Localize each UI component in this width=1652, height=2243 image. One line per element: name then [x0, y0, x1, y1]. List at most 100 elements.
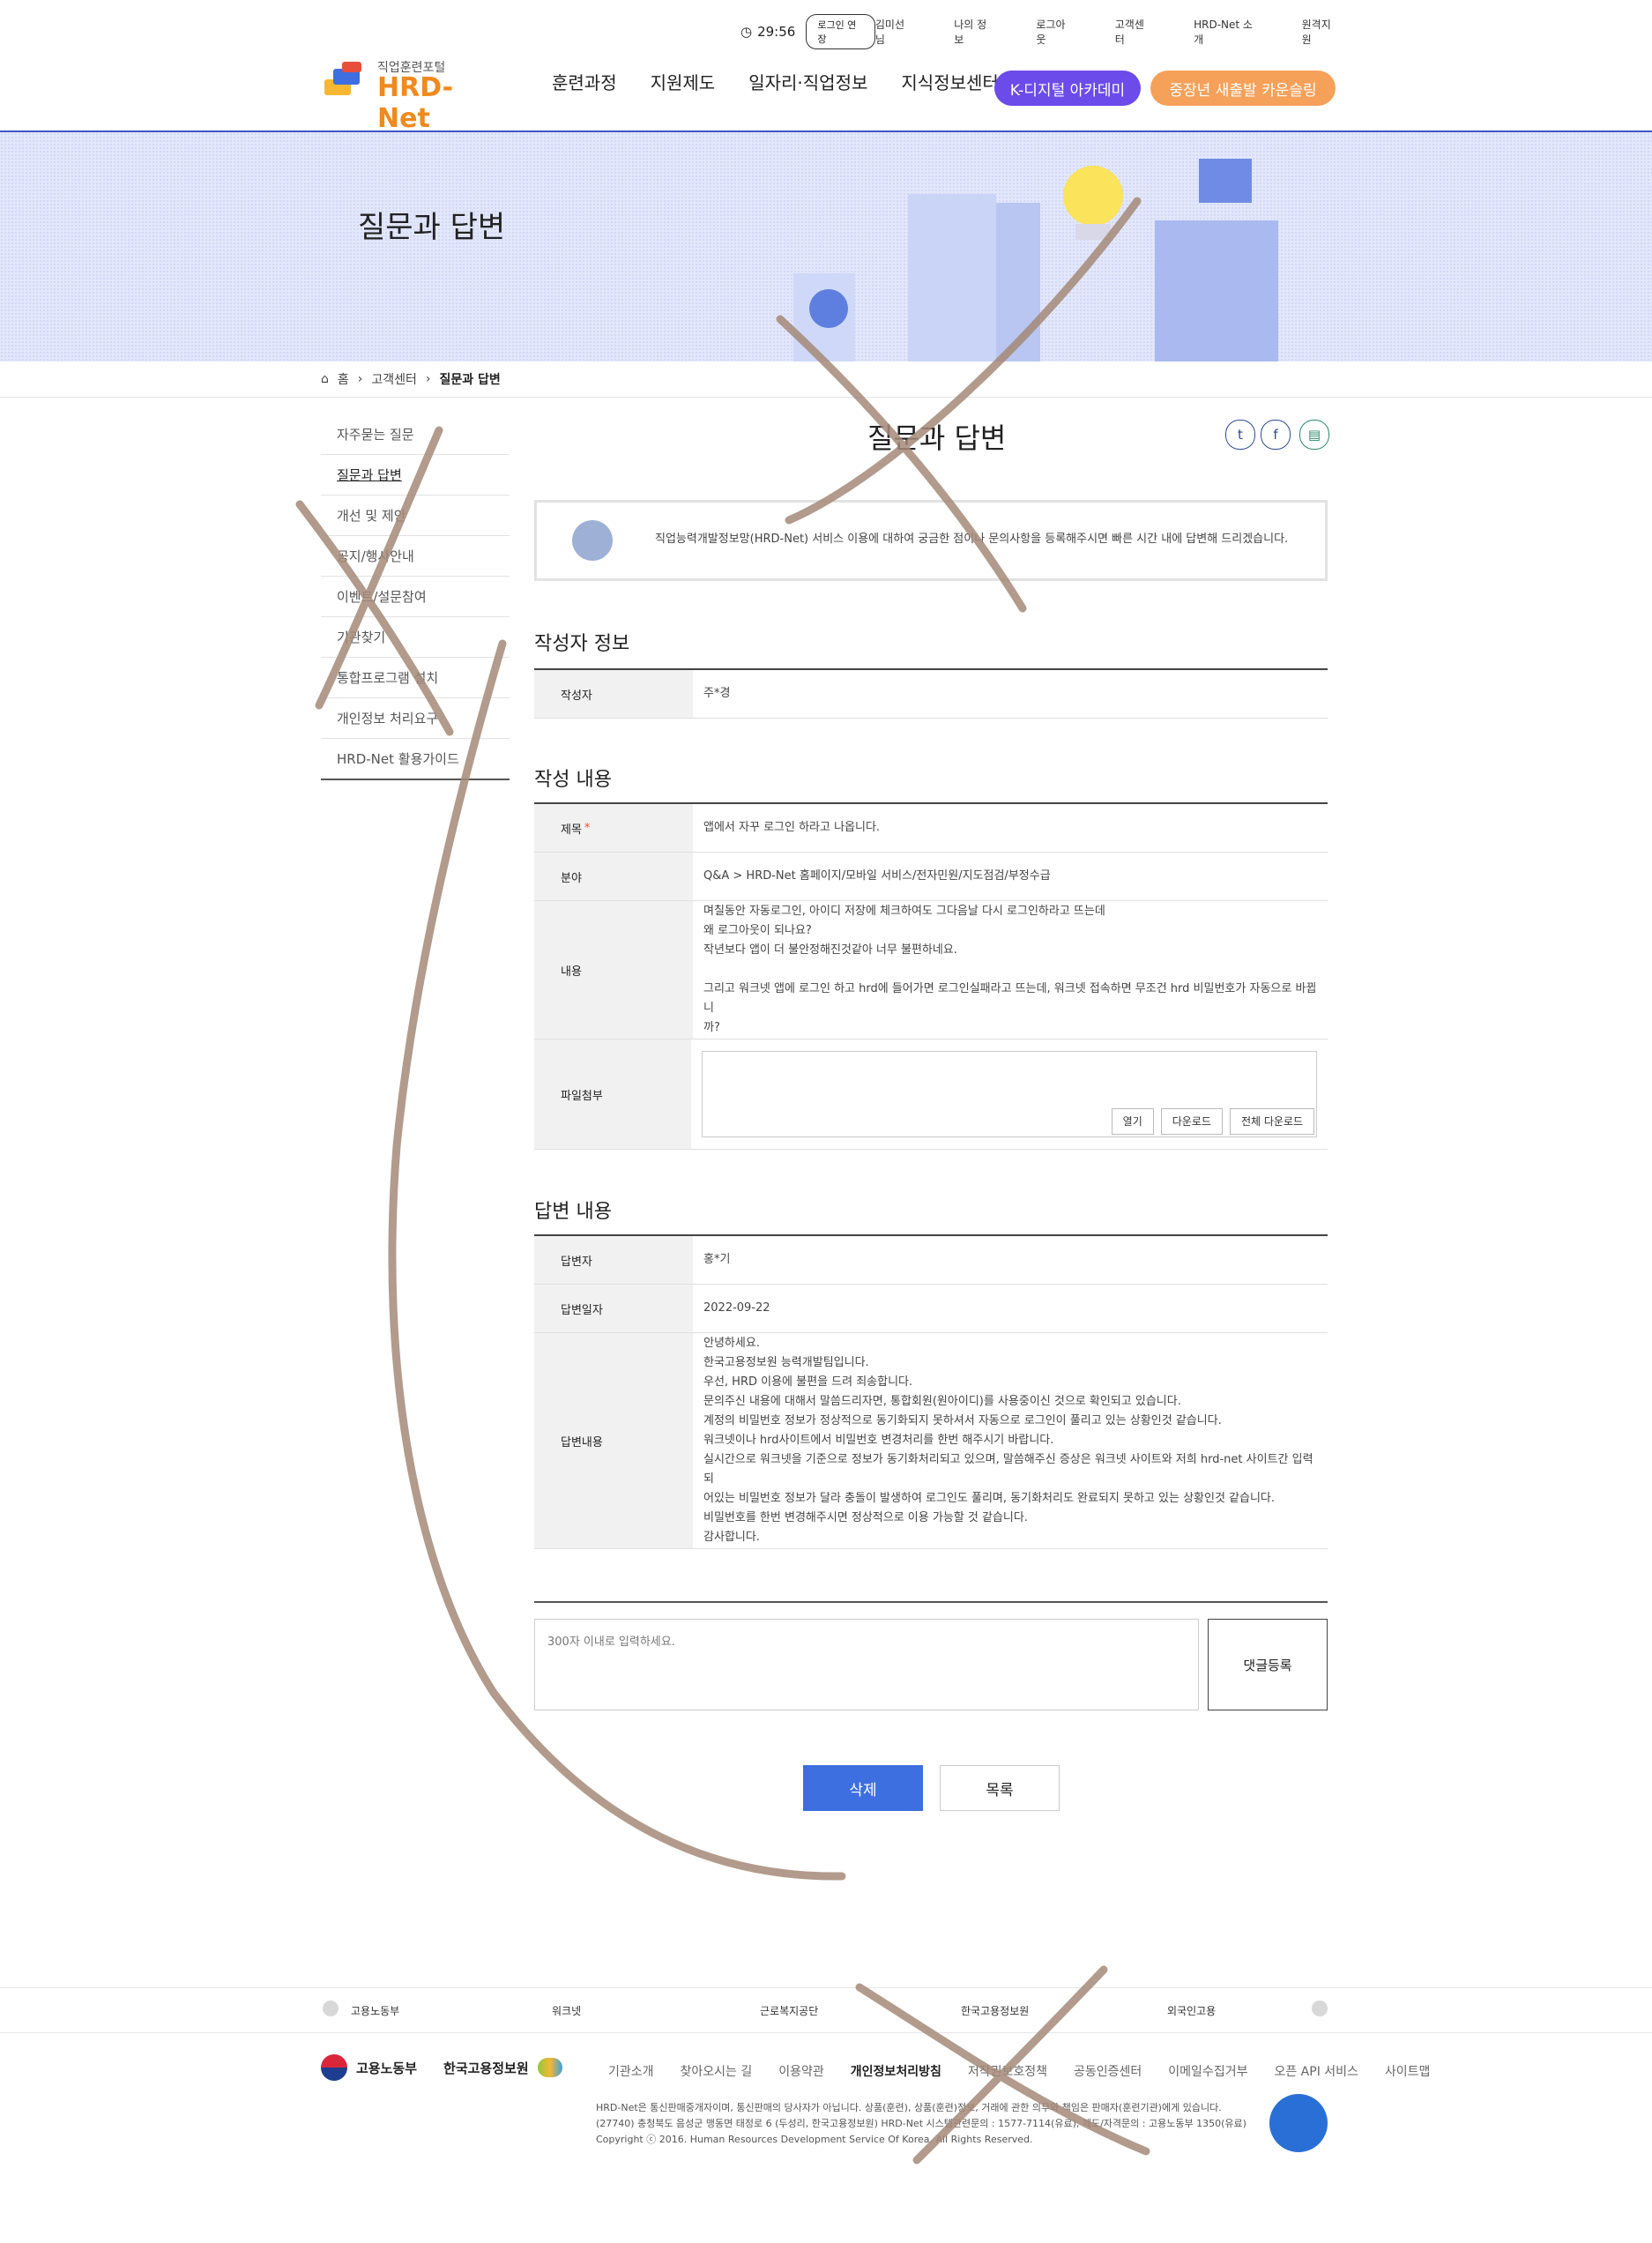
answer-body-line: 비밀번호를 한번 변경해주시면 정상적으로 이용 가능할 것 같습니다. [703, 1511, 1028, 1524]
user-name-link[interactable]: 김미선님 [875, 17, 913, 47]
nav-support-system[interactable]: 지원제도 [651, 69, 716, 94]
family-site-moel[interactable]: 고용노동부 [351, 2003, 399, 2018]
login-extend-button[interactable]: 로그인 연장 [806, 14, 875, 49]
my-info-link[interactable]: 나의 정보 [954, 17, 995, 47]
footer-link-directions[interactable]: 찾아오시는 길 [681, 2062, 753, 2080]
sidebar-item-qna[interactable]: 질문과 답변 [321, 455, 510, 496]
session-timer: ◷ 29:56 로그인 연장 [740, 14, 875, 49]
sidebar-item-event[interactable]: 이벤트/설문참여 [321, 577, 510, 617]
sidebar-item-faq[interactable]: 자주묻는 질문 [321, 414, 510, 455]
answerer-value: 홍*기 [703, 1253, 731, 1266]
footer-link-openapi[interactable]: 오픈 API 서비스 [1274, 2062, 1358, 2080]
breadcrumb-customer-center[interactable]: 고객센터 [371, 370, 417, 388]
table-row: 분야 Q&A > HRD-Net 홈페이지/모바일 서비스/전자민원/지도점검/… [534, 853, 1328, 901]
footer-link-terms[interactable]: 이용약관 [778, 2062, 824, 2080]
field-value: Q&A > HRD-Net 홈페이지/모바일 서비스/전자민원/지도점검/부정수… [703, 869, 1051, 883]
file-list[interactable]: 열기 다운로드 전체 다운로드 [702, 1051, 1317, 1137]
post-table: 제목 * 앱에서 자꾸 로그인 하라고 나옵니다. 분야 Q&A > HRD-Ne… [534, 802, 1328, 1150]
post-body-line: 왜 로그아웃이 되나요? [703, 924, 812, 937]
family-site-comwel[interactable]: 근로복지공단 [760, 2003, 818, 2018]
government-emblem-icon [321, 2054, 347, 2081]
utility-links: 김미선님 나의 정보 로그아웃 고객센터 HRD-Net 소개 원격지원 [875, 17, 1340, 47]
sidebar-item-program-install[interactable]: 통합프로그램 설치 [321, 658, 510, 698]
logout-link[interactable]: 로그아웃 [1036, 17, 1074, 47]
writer-value: 주*경 [703, 687, 731, 700]
footer-link-copyright[interactable]: 저작권보호정책 [968, 2062, 1047, 2080]
hrd-net-about-link[interactable]: HRD-Net 소개 [1194, 17, 1261, 47]
post-section-title: 작성 내용 [534, 769, 612, 791]
post-body: 며칠동안 자동로그인, 아이디 저장에 체크하여도 그다음날 다시 로그인하라고… [693, 901, 1328, 1039]
comment-submit-button[interactable]: 댓글등록 [1208, 1619, 1328, 1710]
footer-link-cert[interactable]: 공동인증센터 [1074, 2062, 1142, 2080]
sidebar-item-find-institution[interactable]: 기관찾기 [321, 617, 510, 658]
footer-link-about[interactable]: 기관소개 [608, 2062, 654, 2080]
notice-box: 직업능력개발정보망(HRD-Net) 서비스 이용에 대하여 궁금한 점이나 문… [534, 500, 1328, 581]
table-row: 답변내용 안녕하세요. 한국고용정보원 능력개발팀입니다. 우선, HRD 이용… [534, 1333, 1328, 1549]
chevron-left-icon[interactable] [323, 2001, 339, 2016]
answer-body-line: 한국고용정보원 능력개발팀입니다. [703, 1356, 869, 1369]
sidebar-item-suggestion[interactable]: 개선 및 제안 [321, 496, 510, 536]
download-all-button[interactable]: 전체 다운로드 [1229, 1108, 1314, 1135]
microphone-icon [572, 520, 613, 561]
table-row: 답변자 홍*기 [534, 1236, 1328, 1285]
table-row: 제목 * 앱에서 자꾸 로그인 하라고 나옵니다. [534, 804, 1328, 853]
family-site-bar [0, 1987, 1652, 2033]
comment-input[interactable]: 300자 이내로 입력하세요. [534, 1619, 1199, 1710]
customer-center-link[interactable]: 고객센터 [1115, 17, 1153, 47]
home-icon[interactable]: ⌂ [321, 372, 329, 386]
post-body-line: 작년보다 앱이 더 불안정해진것같아 너무 불편하네요. [703, 943, 957, 957]
table-row: 작성자 주*경 [534, 670, 1328, 719]
k-digital-academy-button[interactable]: K-디지털 아카데미 [994, 71, 1141, 106]
answer-body-line: 문의주신 내용에 대해서 말씀드리자면, 통합회원(원아이디)를 사용중이신 것… [703, 1395, 1181, 1408]
download-button[interactable]: 다운로드 [1160, 1108, 1223, 1135]
file-cell: 열기 다운로드 전체 다운로드 [691, 1040, 1328, 1149]
midlife-counseling-button[interactable]: 중장년 새출발 카운슬링 [1150, 71, 1336, 106]
utility-bar: ◷ 29:56 로그인 연장 김미선님 나의 정보 로그아웃 고객센터 HRD-… [740, 14, 1340, 49]
page-banner [0, 132, 1652, 361]
comment-divider [534, 1601, 1328, 1603]
notice-text: 직업능력개발정보망(HRD-Net) 서비스 이용에 대하여 궁금한 점이나 문… [655, 533, 1289, 546]
footer-link-sitemap[interactable]: 사이트맵 [1385, 2062, 1431, 2080]
family-site-worknet[interactable]: 워크넷 [552, 2003, 581, 2018]
remote-support-link[interactable]: 원격지원 [1302, 17, 1340, 47]
answer-body: 안녕하세요. 한국고용정보원 능력개발팀입니다. 우선, HRD 이용에 불편을… [693, 1333, 1328, 1548]
banner-title: 질문과 답변 [358, 210, 506, 245]
title-value: 앱에서 자꾸 로그인 하라고 나옵니다. [703, 821, 881, 834]
answer-body-line: 우선, HRD 이용에 불편을 드려 죄송합니다. [703, 1375, 913, 1389]
twitter-icon[interactable]: t [1225, 420, 1255, 450]
footer-link-privacy[interactable]: 개인정보처리방침 [851, 2062, 941, 2080]
answer-body-label: 답변내용 [534, 1333, 693, 1548]
delete-button[interactable]: 삭제 [803, 1765, 923, 1811]
nav-training-courses[interactable]: 훈련과정 [552, 69, 617, 94]
sidebar-item-guide[interactable]: HRD-Net 활용가이드 [321, 739, 510, 780]
chevron-right-icon: › [357, 372, 363, 386]
answer-body-line: 계정의 비밀번호 정보가 정상적으로 동기화되지 못하셔서 자동으로 로그인이 … [703, 1414, 1222, 1427]
answer-body-line: 실시간으로 워크넷을 기준으로 정보가 동기화처리되고 있으며, 말씀해주신 증… [703, 1453, 1313, 1486]
footer-org-keis: 한국고용정보원 [443, 2060, 529, 2076]
post-body-line: 까? [703, 1021, 720, 1034]
family-site-keis[interactable]: 한국고용정보원 [961, 2003, 1029, 2018]
post-body-line: 며칠동안 자동로그인, 아이디 저장에 체크하여도 그다음날 다시 로그인하라고… [703, 905, 1105, 918]
keis-logo-icon [537, 2058, 562, 2077]
sidebar-nav: 자주묻는 질문 질문과 답변 개선 및 제안 공지/행사안내 이벤트/설문참여 … [321, 414, 510, 780]
answer-table: 답변자 홍*기 답변일자 2022-09-22 답변내용 안녕하세요. 한국고용… [534, 1234, 1328, 1549]
post-body-line: 그리고 워크넷 앱에 로그인 하고 hrd에 들어가면 로그인실패라고 뜨는데,… [703, 982, 1317, 1015]
sidebar-item-privacy-request[interactable]: 개인정보 처리요구 [321, 698, 510, 739]
facebook-icon[interactable]: f [1261, 420, 1291, 450]
chevron-right-icon[interactable] [1312, 2001, 1328, 2016]
sidebar-item-notice[interactable]: 공지/행사안내 [321, 536, 510, 577]
footer-info-line: (27740) 충청북도 음성군 맹동면 태정로 6 (두성리, 한국고용정보원… [596, 2118, 1246, 2129]
nav-knowledge-center[interactable]: 지식정보센터 [901, 69, 998, 94]
footer-link-email[interactable]: 이메일수집거부 [1168, 2062, 1247, 2080]
family-site-eps[interactable]: 외국인고용 [1167, 2003, 1216, 2018]
footer-copyright: Copyright ⓒ 2016. Human Resources Develo… [596, 2134, 1033, 2145]
print-icon[interactable]: ▤ [1299, 420, 1329, 450]
nav-jobs-info[interactable]: 일자리·직업정보 [748, 69, 867, 94]
breadcrumb-home[interactable]: 홈 [338, 370, 349, 388]
breadcrumb-current: 질문과 답변 [439, 373, 501, 387]
open-file-button[interactable]: 열기 [1111, 1108, 1154, 1135]
list-button[interactable]: 목록 [940, 1765, 1060, 1811]
hrd-net-logo[interactable]: 직업훈련포털 HRD-Net [321, 55, 497, 134]
banner-illustration [793, 159, 1278, 361]
page-title: 질문과 답변 [867, 421, 1007, 455]
